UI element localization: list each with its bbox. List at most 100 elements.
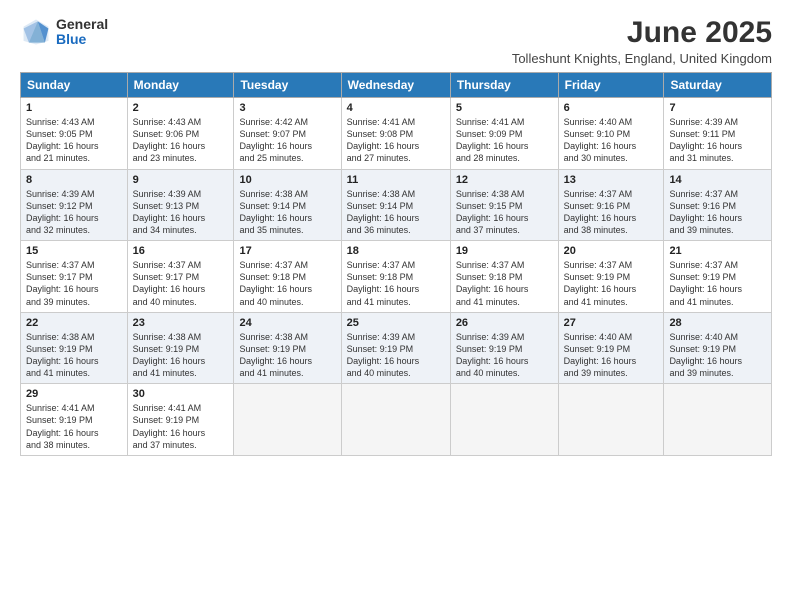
day-info: Sunrise: 4:43 AM Sunset: 9:05 PM Dayligh…: [26, 116, 122, 165]
day-number: 26: [456, 317, 553, 329]
day-number: 18: [347, 245, 445, 257]
day-info: Sunrise: 4:40 AM Sunset: 9:19 PM Dayligh…: [564, 331, 659, 380]
calendar-cell: 26 Sunrise: 4:39 AM Sunset: 9:19 PM Dayli…: [450, 312, 558, 384]
logo-general: General: [56, 17, 108, 32]
day-number: 12: [456, 174, 553, 186]
calendar-cell: 7 Sunrise: 4:39 AM Sunset: 9:11 PM Daylig…: [664, 98, 772, 170]
day-number: 21: [669, 245, 766, 257]
calendar-week-row: 29Sunrise: 4:41 AM Sunset: 9:19 PM Dayli…: [21, 384, 772, 456]
day-number: 24: [239, 317, 335, 329]
calendar-cell: 15Sunrise: 4:37 AM Sunset: 9:17 PM Dayli…: [21, 241, 128, 313]
calendar-week-row: 8Sunrise: 4:39 AM Sunset: 9:12 PM Daylig…: [21, 169, 772, 241]
day-number: 9: [133, 174, 229, 186]
col-friday: Friday: [558, 73, 664, 98]
day-number: 2: [133, 102, 229, 114]
col-thursday: Thursday: [450, 73, 558, 98]
day-number: 4: [347, 102, 445, 114]
col-sunday: Sunday: [21, 73, 128, 98]
day-number: 5: [456, 102, 553, 114]
calendar-cell: 18Sunrise: 4:37 AM Sunset: 9:18 PM Dayli…: [341, 241, 450, 313]
day-number: 7: [669, 102, 766, 114]
calendar-cell: 20 Sunrise: 4:37 AM Sunset: 9:19 PM Dayli…: [558, 241, 664, 313]
month-title: June 2025: [512, 16, 772, 49]
col-wednesday: Wednesday: [341, 73, 450, 98]
calendar-cell: 23 Sunrise: 4:38 AM Sunset: 9:19 PM Dayli…: [127, 312, 234, 384]
calendar-cell: 10 Sunrise: 4:38 AM Sunset: 9:14 PM Dayli…: [234, 169, 341, 241]
calendar-header-row: Sunday Monday Tuesday Wednesday Thursday…: [21, 73, 772, 98]
calendar-page: General Blue June 2025 Tolleshunt Knight…: [0, 0, 792, 612]
calendar-cell: 16Sunrise: 4:37 AM Sunset: 9:17 PM Dayli…: [127, 241, 234, 313]
calendar-week-row: 15Sunrise: 4:37 AM Sunset: 9:17 PM Dayli…: [21, 241, 772, 313]
day-info: Sunrise: 4:37 AM Sunset: 9:16 PM Dayligh…: [669, 188, 766, 237]
day-info: Sunrise: 4:41 AM Sunset: 9:08 PM Dayligh…: [347, 116, 445, 165]
day-number: 6: [564, 102, 659, 114]
day-info: Sunrise: 4:37 AM Sunset: 9:18 PM Dayligh…: [456, 259, 553, 308]
calendar-cell: 27 Sunrise: 4:40 AM Sunset: 9:19 PM Dayli…: [558, 312, 664, 384]
day-info: Sunrise: 4:37 AM Sunset: 9:16 PM Dayligh…: [564, 188, 659, 237]
day-number: 23: [133, 317, 229, 329]
day-info: Sunrise: 4:41 AM Sunset: 9:19 PM Dayligh…: [133, 402, 229, 451]
day-info: Sunrise: 4:41 AM Sunset: 9:09 PM Dayligh…: [456, 116, 553, 165]
calendar-cell: 11 Sunrise: 4:38 AM Sunset: 9:14 PM Dayli…: [341, 169, 450, 241]
location: Tolleshunt Knights, England, United King…: [512, 51, 772, 66]
calendar-cell: 5 Sunrise: 4:41 AM Sunset: 9:09 PM Daylig…: [450, 98, 558, 170]
day-info: Sunrise: 4:38 AM Sunset: 9:14 PM Dayligh…: [347, 188, 445, 237]
calendar-cell: 24Sunrise: 4:38 AM Sunset: 9:19 PM Dayli…: [234, 312, 341, 384]
day-info: Sunrise: 4:40 AM Sunset: 9:10 PM Dayligh…: [564, 116, 659, 165]
day-info: Sunrise: 4:37 AM Sunset: 9:17 PM Dayligh…: [26, 259, 122, 308]
calendar-cell: [450, 384, 558, 456]
calendar-table: Sunday Monday Tuesday Wednesday Thursday…: [20, 72, 772, 456]
calendar-cell: [558, 384, 664, 456]
calendar-cell: 19Sunrise: 4:37 AM Sunset: 9:18 PM Dayli…: [450, 241, 558, 313]
day-number: 1: [26, 102, 122, 114]
logo-icon: [20, 16, 52, 48]
day-info: Sunrise: 4:39 AM Sunset: 9:19 PM Dayligh…: [456, 331, 553, 380]
day-info: Sunrise: 4:39 AM Sunset: 9:19 PM Dayligh…: [347, 331, 445, 380]
calendar-cell: 30 Sunrise: 4:41 AM Sunset: 9:19 PM Dayli…: [127, 384, 234, 456]
day-info: Sunrise: 4:38 AM Sunset: 9:15 PM Dayligh…: [456, 188, 553, 237]
day-info: Sunrise: 4:39 AM Sunset: 9:13 PM Dayligh…: [133, 188, 229, 237]
calendar-week-row: 1 Sunrise: 4:43 AM Sunset: 9:05 PM Daylig…: [21, 98, 772, 170]
calendar-cell: 9 Sunrise: 4:39 AM Sunset: 9:13 PM Daylig…: [127, 169, 234, 241]
calendar-cell: 17 Sunrise: 4:37 AM Sunset: 9:18 PM Dayli…: [234, 241, 341, 313]
calendar-cell: 6 Sunrise: 4:40 AM Sunset: 9:10 PM Daylig…: [558, 98, 664, 170]
day-number: 17: [239, 245, 335, 257]
logo-blue: Blue: [56, 32, 108, 47]
calendar-cell: 29Sunrise: 4:41 AM Sunset: 9:19 PM Dayli…: [21, 384, 128, 456]
calendar-cell: 14 Sunrise: 4:37 AM Sunset: 9:16 PM Dayli…: [664, 169, 772, 241]
day-info: Sunrise: 4:39 AM Sunset: 9:12 PM Dayligh…: [26, 188, 122, 237]
col-saturday: Saturday: [664, 73, 772, 98]
day-info: Sunrise: 4:37 AM Sunset: 9:19 PM Dayligh…: [669, 259, 766, 308]
day-number: 25: [347, 317, 445, 329]
day-number: 14: [669, 174, 766, 186]
day-number: 30: [133, 388, 229, 400]
day-number: 3: [239, 102, 335, 114]
day-info: Sunrise: 4:38 AM Sunset: 9:19 PM Dayligh…: [133, 331, 229, 380]
day-number: 27: [564, 317, 659, 329]
calendar-cell: 28 Sunrise: 4:40 AM Sunset: 9:19 PM Dayli…: [664, 312, 772, 384]
header: General Blue June 2025 Tolleshunt Knight…: [20, 16, 772, 66]
day-number: 10: [239, 174, 335, 186]
day-number: 28: [669, 317, 766, 329]
day-info: Sunrise: 4:39 AM Sunset: 9:11 PM Dayligh…: [669, 116, 766, 165]
day-number: 20: [564, 245, 659, 257]
col-tuesday: Tuesday: [234, 73, 341, 98]
calendar-cell: [234, 384, 341, 456]
day-info: Sunrise: 4:38 AM Sunset: 9:14 PM Dayligh…: [239, 188, 335, 237]
calendar-cell: 13Sunrise: 4:37 AM Sunset: 9:16 PM Dayli…: [558, 169, 664, 241]
day-number: 16: [133, 245, 229, 257]
logo-text: General Blue: [56, 17, 108, 48]
day-info: Sunrise: 4:40 AM Sunset: 9:19 PM Dayligh…: [669, 331, 766, 380]
day-number: 22: [26, 317, 122, 329]
calendar-cell: 21 Sunrise: 4:37 AM Sunset: 9:19 PM Dayli…: [664, 241, 772, 313]
day-info: Sunrise: 4:41 AM Sunset: 9:19 PM Dayligh…: [26, 402, 122, 451]
calendar-cell: 3Sunrise: 4:42 AM Sunset: 9:07 PM Daylig…: [234, 98, 341, 170]
day-info: Sunrise: 4:37 AM Sunset: 9:18 PM Dayligh…: [239, 259, 335, 308]
calendar-cell: 25 Sunrise: 4:39 AM Sunset: 9:19 PM Dayli…: [341, 312, 450, 384]
day-info: Sunrise: 4:37 AM Sunset: 9:19 PM Dayligh…: [564, 259, 659, 308]
calendar-cell: 1 Sunrise: 4:43 AM Sunset: 9:05 PM Daylig…: [21, 98, 128, 170]
title-block: June 2025 Tolleshunt Knights, England, U…: [512, 16, 772, 66]
calendar-cell: 2Sunrise: 4:43 AM Sunset: 9:06 PM Daylig…: [127, 98, 234, 170]
calendar-cell: 22Sunrise: 4:38 AM Sunset: 9:19 PM Dayli…: [21, 312, 128, 384]
day-number: 11: [347, 174, 445, 186]
